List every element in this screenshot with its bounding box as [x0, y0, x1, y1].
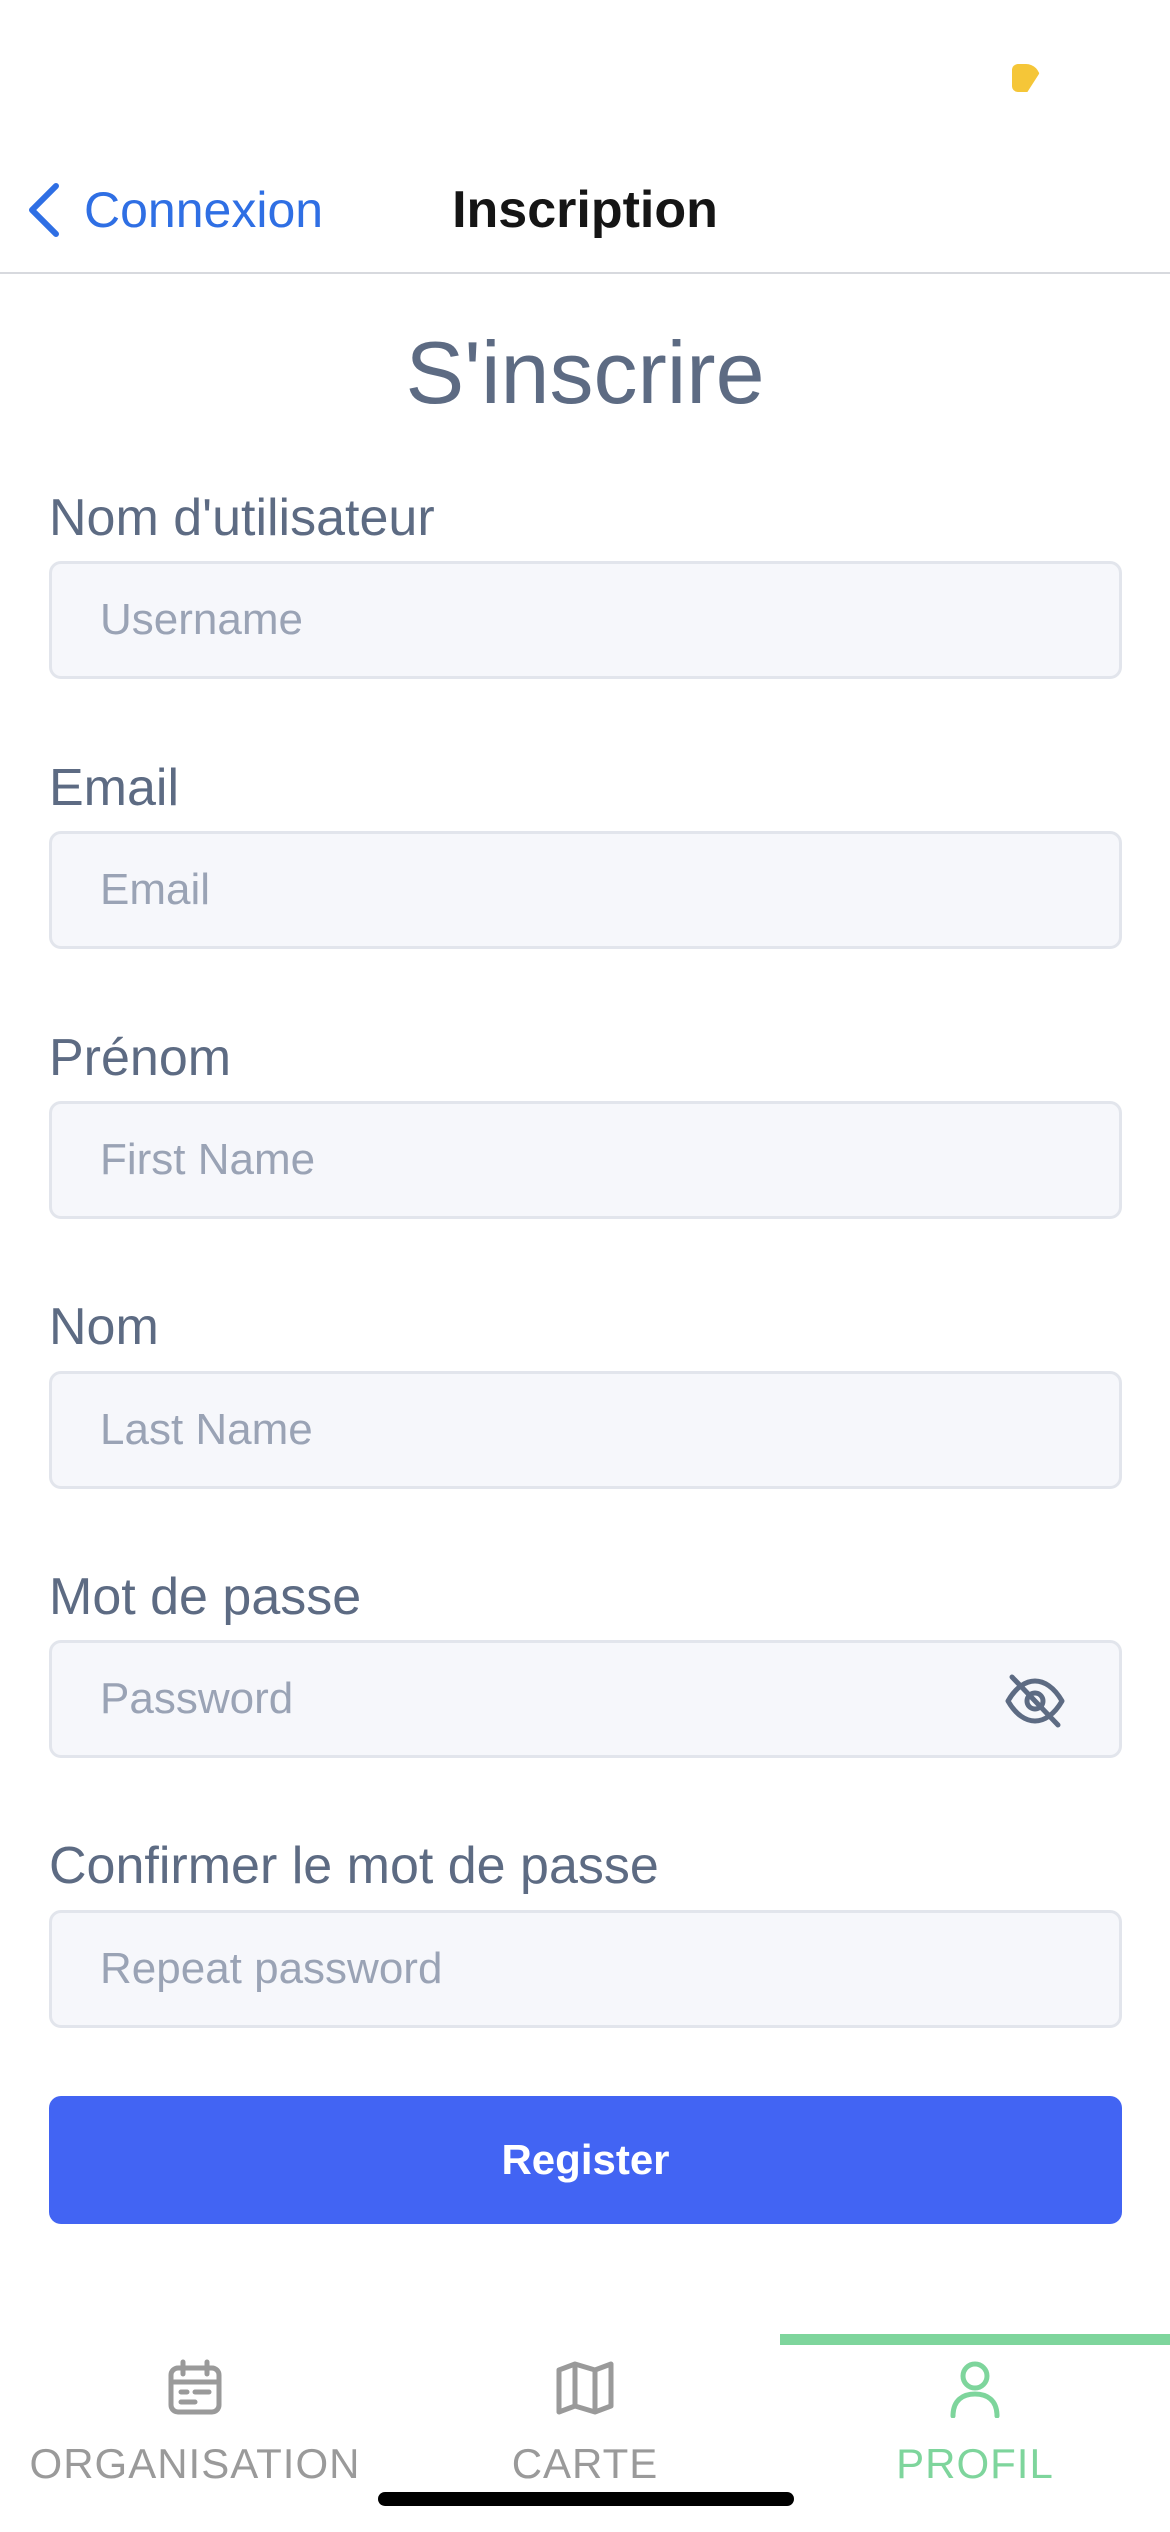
password-label: Mot de passe: [49, 1568, 362, 1626]
tab-profil-label: PROFIL: [896, 2440, 1054, 2487]
tab-carte[interactable]: CARTE: [390, 2358, 780, 2508]
first-name-label: Prénom: [49, 1029, 232, 1087]
username-input[interactable]: [49, 561, 1122, 679]
home-indicator[interactable]: [378, 2492, 794, 2506]
nav-header: Inscription Connexion: [0, 150, 1170, 274]
form-title: S'inscrire: [405, 323, 765, 422]
first-name-input[interactable]: [49, 1101, 1122, 1219]
status-indicator-icon: [1012, 64, 1040, 92]
tab-profil[interactable]: PROFIL: [780, 2358, 1170, 2508]
tab-carte-label: CARTE: [511, 2440, 659, 2487]
calendar-icon: [168, 2359, 222, 2415]
password-input[interactable]: [49, 1640, 1122, 1758]
chevron-left-icon: [29, 183, 59, 237]
password-visibility-toggle[interactable]: [1000, 1666, 1070, 1736]
register-screen: Inscription Connexion S'inscrire Nom d'u…: [0, 0, 1170, 2532]
user-icon: [950, 2361, 1000, 2418]
back-button[interactable]: Connexion: [22, 175, 323, 245]
status-bar: [0, 0, 1170, 150]
email-input[interactable]: [49, 831, 1122, 949]
map-icon: [556, 2361, 614, 2415]
tab-organisation-label: ORGANISATION: [29, 2440, 361, 2487]
confirm-password-label: Confirmer le mot de passe: [49, 1837, 659, 1895]
tab-organisation[interactable]: ORGANISATION: [0, 2358, 390, 2508]
username-label: Nom d'utilisateur: [49, 489, 435, 547]
back-button-label: Connexion: [84, 182, 324, 238]
active-tab-indicator: [780, 2334, 1170, 2345]
last-name-input[interactable]: [49, 1371, 1122, 1489]
last-name-label: Nom: [49, 1298, 159, 1356]
confirm-password-input[interactable]: [49, 1910, 1122, 2028]
email-label: Email: [49, 759, 180, 817]
register-button[interactable]: Register: [49, 2096, 1122, 2224]
eye-off-icon: [1005, 1674, 1065, 1728]
